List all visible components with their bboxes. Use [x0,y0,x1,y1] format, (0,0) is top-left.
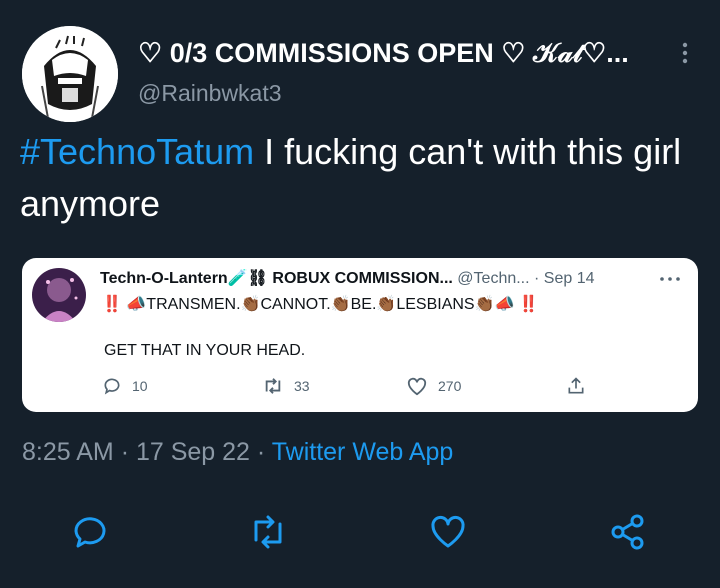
like-button[interactable] [428,512,468,552]
retweet-icon [265,378,281,394]
quoted-word: 👏🏾LESBIANS👏🏾📣 [376,296,515,313]
quoted-reply-count: 10 [132,378,148,394]
quoted-word: 👏🏾BE. [330,296,377,313]
author-display-name[interactable]: ♡ 0/3 COMMISSIONS OPEN ♡ 𝒦𝒶𝓉♡... [138,38,658,70]
quoted-word: 📣TRANSMEN. [126,296,241,313]
share-icon [568,377,584,394]
share-button[interactable] [608,512,648,552]
quoted-tweet[interactable]: Techn-O-Lantern🧪⛓ ROBUX COMMISSION... @T… [22,258,698,412]
quoted-share-button[interactable] [566,376,586,396]
quoted-retweet-button[interactable]: 33 [262,376,310,396]
quoted-reply-button[interactable]: 10 [102,376,148,396]
tweet-source[interactable]: Twitter Web App [272,438,454,466]
quoted-more-icon[interactable] [658,274,682,284]
tweet-time[interactable]: 8:25 AM [22,438,114,466]
avatar-drawing [22,26,118,122]
quoted-author-handle[interactable]: @Techn... [457,270,529,287]
reply-icon [104,378,120,395]
quoted-author-name[interactable]: Techn-O-Lantern🧪⛓ ROBUX COMMISSION... [100,270,453,287]
tweet-meta: 8:25 AM · 17 Sep 22 · Twitter Web App [22,438,453,467]
retweet-button[interactable] [248,512,288,552]
author-handle[interactable]: @Rainbwkat3 [138,80,282,107]
quoted-suffix: ‼️ [518,296,539,313]
tweet-text: #TechnoTatum I fucking can't with this g… [20,126,700,230]
quoted-retweet-count: 33 [294,378,310,394]
reply-icon [74,517,106,548]
more-options-icon[interactable] [672,40,698,66]
quoted-prefix: ‼️ [102,296,122,313]
quoted-word: 👏🏾CANNOT. [240,296,331,313]
quoted-author-avatar[interactable] [32,268,86,322]
quoted-text-line2: GET THAT IN YOUR HEAD. [104,342,306,359]
share-icon [611,514,644,550]
quoted-like-button[interactable]: 270 [406,376,461,396]
like-icon [407,377,427,396]
quoted-date[interactable]: · Sep 14 [534,270,594,287]
author-avatar[interactable] [22,26,118,122]
hashtag-link[interactable]: #TechnoTatum [20,131,254,172]
meta-separator: · [256,438,266,466]
retweet-icon [254,515,282,549]
quoted-header: Techn-O-Lantern🧪⛓ ROBUX COMMISSION... @T… [100,268,670,288]
meta-separator: · [120,438,130,466]
tweet-date[interactable]: 17 Sep 22 [136,438,250,466]
quoted-like-count: 270 [438,378,462,394]
quoted-text-line1: ‼️ 📣TRANSMEN.👏🏾CANNOT.👏🏾BE.👏🏾LESBIANS👏🏾📣… [102,294,682,314]
reply-button[interactable] [70,512,110,552]
like-icon [431,515,465,548]
